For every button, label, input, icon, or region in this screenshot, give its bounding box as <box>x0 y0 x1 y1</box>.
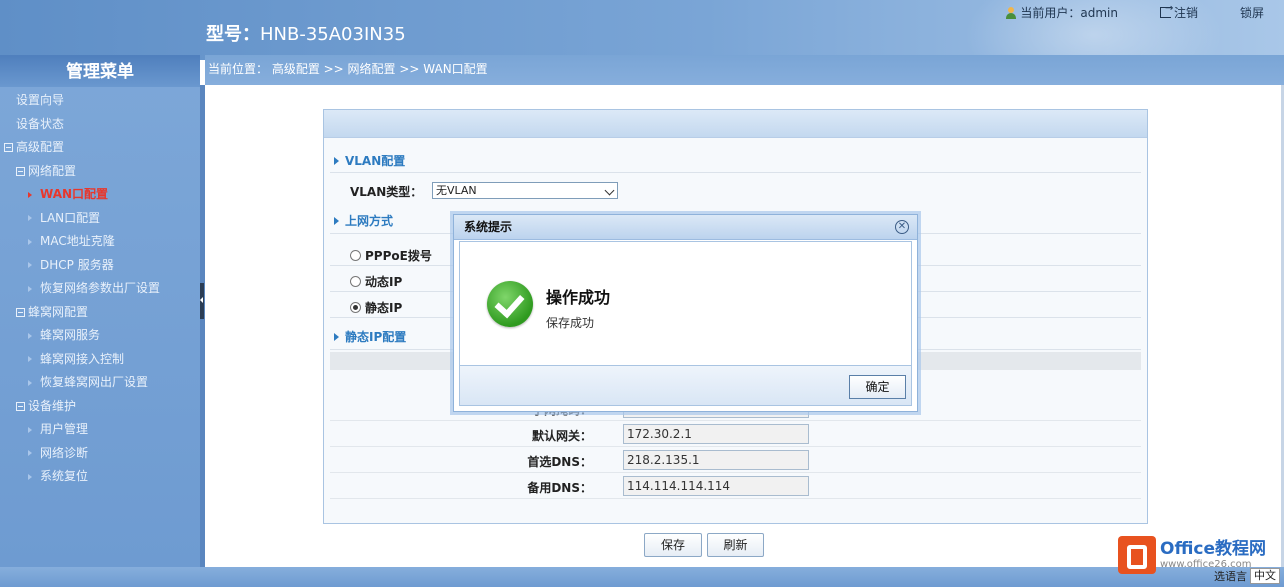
dialog-title: 系统提示 <box>464 220 513 234</box>
logout-label: 注销 <box>1173 6 1198 20</box>
radio-pppoe[interactable]: PPPoE拨号 <box>350 247 432 264</box>
current-user-label: 当前用户：admin <box>1020 6 1118 20</box>
sidebar-item-device-status[interactable]: 设备状态 <box>0 113 200 137</box>
collapse-icon <box>16 401 25 411</box>
radio-button[interactable] <box>350 276 361 287</box>
sidebar-item-mac-clone[interactable]: MAC地址克隆 <box>0 230 200 254</box>
chevron-right-icon <box>28 215 32 222</box>
radio-button[interactable] <box>350 250 361 261</box>
collapse-icon <box>16 307 25 317</box>
vlan-type-select[interactable]: 无VLAN <box>432 182 618 199</box>
chevron-right-icon <box>28 379 32 386</box>
sidebar-item-network-diagnostics[interactable]: 网络诊断 <box>0 442 200 466</box>
divider <box>330 172 1141 173</box>
caret-right-icon <box>334 156 339 165</box>
sidebar-item-setup-wizard[interactable]: 设置向导 <box>0 89 200 113</box>
sidebar-item-restore-cellular-defaults[interactable]: 恢复蜂窝网出厂设置 <box>0 371 200 395</box>
save-button[interactable]: 保存 <box>644 533 702 557</box>
sidebar-item-cellular-access-control[interactable]: 蜂窝网接入控制 <box>0 348 200 372</box>
default-gateway-label: 默认网关： <box>531 429 592 443</box>
watermark-title: Office教程网 <box>1160 539 1267 560</box>
sidebar-item-user-management[interactable]: 用户管理 <box>0 418 200 442</box>
watermark-url: www.office26.com <box>1160 558 1252 570</box>
user-icon <box>1005 6 1017 19</box>
sidebar-item-lan-config[interactable]: LAN口配置 <box>0 207 200 231</box>
caret-right-icon <box>334 216 339 225</box>
header: 型号：HNB-35A03IN35 当前用户：admin 注销 锁屏 <box>0 0 1284 100</box>
radio-button-checked[interactable] <box>350 302 361 313</box>
model-value: HNB-35A03IN35 <box>260 24 406 45</box>
vlan-type-label: VLAN类型： <box>350 185 423 199</box>
sidebar: 管理菜单 设置向导 设备状态 高级配置 网络配置 WAN口配置 LAN口配置 M… <box>0 55 200 567</box>
model-title: 型号：HNB-35A03IN35 <box>206 20 406 46</box>
breadcrumb: 当前位置： 高级配置 >> 网络配置 >> WAN口配置 <box>205 55 1284 85</box>
chevron-right-icon <box>28 473 32 480</box>
sidebar-item-advanced-config[interactable]: 高级配置 <box>0 136 200 160</box>
chevron-right-icon <box>28 285 32 292</box>
top-user-bar: 当前用户：admin 注销 锁屏 <box>963 3 1264 21</box>
dialog-footer: 确定 <box>459 366 912 406</box>
vlan-type-value: 无VLAN <box>436 184 477 197</box>
current-user: 当前用户：admin <box>1005 4 1118 21</box>
sidebar-item-device-maintenance[interactable]: 设备维护 <box>0 395 200 419</box>
confirm-button[interactable]: 确定 <box>849 375 906 399</box>
collapse-sidebar-handle[interactable] <box>200 283 204 319</box>
field-row-primary-dns: 首选DNS： 218.2.135.1 <box>330 447 1141 473</box>
radio-dhcp[interactable]: 动态IP <box>350 273 402 290</box>
sidebar-item-cellular-service[interactable]: 蜂窝网服务 <box>0 324 200 348</box>
dialog-header: 系统提示 ✕ <box>454 215 917 240</box>
lock-screen-link[interactable]: 锁屏 <box>1240 4 1264 21</box>
dialog-message: 保存成功 <box>546 316 595 330</box>
sidebar-title: 管理菜单 <box>0 55 200 87</box>
collapse-icon <box>16 166 25 176</box>
panel-header <box>324 110 1147 138</box>
sidebar-menu: 设置向导 设备状态 高级配置 网络配置 WAN口配置 LAN口配置 MAC地址克… <box>0 87 200 489</box>
chevron-right-icon <box>28 262 32 269</box>
section-vlan[interactable]: VLAN配置 <box>334 152 405 169</box>
dialog-body: 操作成功 保存成功 <box>459 241 912 366</box>
secondary-dns-label: 备用DNS： <box>527 481 592 495</box>
field-row-gateway: 默认网关： 172.30.2.1 <box>330 421 1141 447</box>
chevron-right-icon <box>28 332 32 339</box>
section-static-ip[interactable]: 静态IP配置 <box>334 328 406 345</box>
chevron-right-icon <box>28 238 32 245</box>
dialog-message-title: 操作成功 <box>546 288 611 307</box>
radio-static-ip[interactable]: 静态IP <box>350 299 402 316</box>
success-check-icon <box>487 281 533 327</box>
watermark: Office教程网 www.office26.com <box>1118 536 1266 574</box>
sidebar-item-network-config[interactable]: 网络配置 <box>0 160 200 184</box>
collapse-icon <box>4 143 13 153</box>
field-row-secondary-dns: 备用DNS： 114.114.114.114 <box>330 473 1141 499</box>
primary-dns-input[interactable]: 218.2.135.1 <box>623 450 809 470</box>
chevron-right-icon <box>28 191 32 198</box>
system-prompt-dialog: 系统提示 ✕ 操作成功 保存成功 确定 <box>453 214 918 412</box>
chevron-right-icon <box>28 450 32 457</box>
sidebar-item-system-reset[interactable]: 系统复位 <box>0 465 200 489</box>
close-icon[interactable]: ✕ <box>895 220 909 234</box>
lock-screen-label: 锁屏 <box>1239 6 1264 20</box>
secondary-dns-input[interactable]: 114.114.114.114 <box>623 476 809 496</box>
sidebar-item-cellular-config[interactable]: 蜂窝网配置 <box>0 301 200 325</box>
chevron-right-icon <box>28 426 32 433</box>
footer: 选语言 中文 <box>0 567 1284 587</box>
logout-icon <box>1159 3 1173 18</box>
caret-right-icon <box>334 332 339 341</box>
sidebar-item-wan-config[interactable]: WAN口配置 <box>0 183 200 207</box>
primary-dns-label: 首选DNS： <box>527 455 592 469</box>
model-label: 型号： <box>206 24 260 45</box>
default-gateway-input[interactable]: 172.30.2.1 <box>623 424 809 444</box>
office-logo-icon <box>1118 536 1156 574</box>
refresh-button[interactable]: 刷新 <box>707 533 764 557</box>
chevron-right-icon <box>28 356 32 363</box>
logout-link[interactable]: 注销 <box>1159 3 1198 21</box>
sidebar-item-restore-network-defaults[interactable]: 恢复网络参数出厂设置 <box>0 277 200 301</box>
sidebar-item-dhcp-server[interactable]: DHCP 服务器 <box>0 254 200 278</box>
section-internet-mode[interactable]: 上网方式 <box>334 212 393 229</box>
chevron-down-icon <box>604 185 615 196</box>
